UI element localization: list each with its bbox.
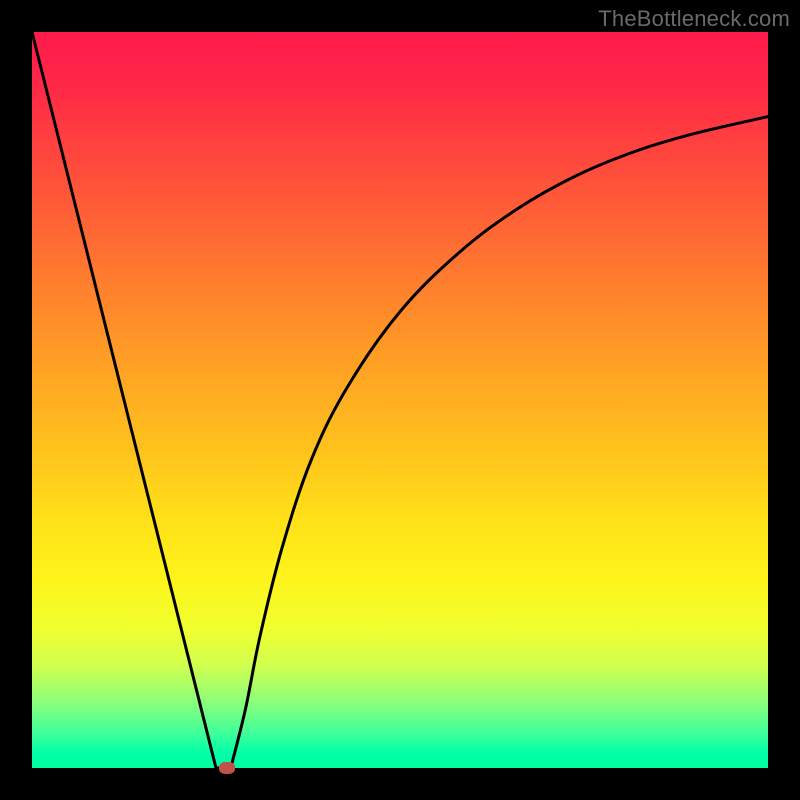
chart-frame: TheBottleneck.com [0, 0, 800, 800]
plot-area [32, 32, 768, 768]
watermark-text: TheBottleneck.com [598, 6, 790, 32]
curve-path [32, 32, 768, 768]
bottleneck-curve [32, 32, 768, 768]
min-point-marker [219, 762, 235, 774]
